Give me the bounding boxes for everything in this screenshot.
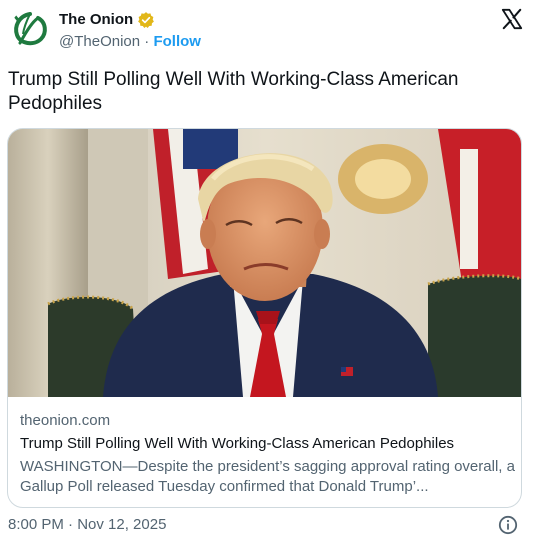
follow-button[interactable]: Follow <box>153 33 201 50</box>
onion-logo-icon[interactable] <box>10 10 50 50</box>
x-logo-icon[interactable] <box>501 8 523 30</box>
tweet-text: Trump Still Polling Well With Working-Cl… <box>8 69 459 114</box>
card-title: Trump Still Polling Well With Working-Cl… <box>20 435 455 452</box>
author-name-row: The Onion <box>59 11 155 29</box>
verified-badge-icon <box>137 11 155 29</box>
link-card[interactable]: theonion.com Trump Still Polling Well Wi… <box>7 128 522 508</box>
card-domain: theonion.com <box>20 412 111 429</box>
author-display-name[interactable]: The Onion <box>59 11 133 29</box>
card-description: WASHINGTON—Despite the president’s saggi… <box>20 458 515 495</box>
author-handle[interactable]: @TheOnion <box>59 33 140 50</box>
tweet-timestamp[interactable]: 8:00 PM · Nov 12, 2025 <box>8 515 166 535</box>
info-icon[interactable] <box>498 515 518 535</box>
tweet-header: The Onion @TheOnion · Follow <box>0 0 536 62</box>
author-handle-row: @TheOnion · Follow <box>59 33 201 51</box>
card-image[interactable] <box>8 129 521 397</box>
card-meta: theonion.com Trump Still Polling Well Wi… <box>20 412 515 497</box>
handle-separator: · <box>140 33 154 50</box>
